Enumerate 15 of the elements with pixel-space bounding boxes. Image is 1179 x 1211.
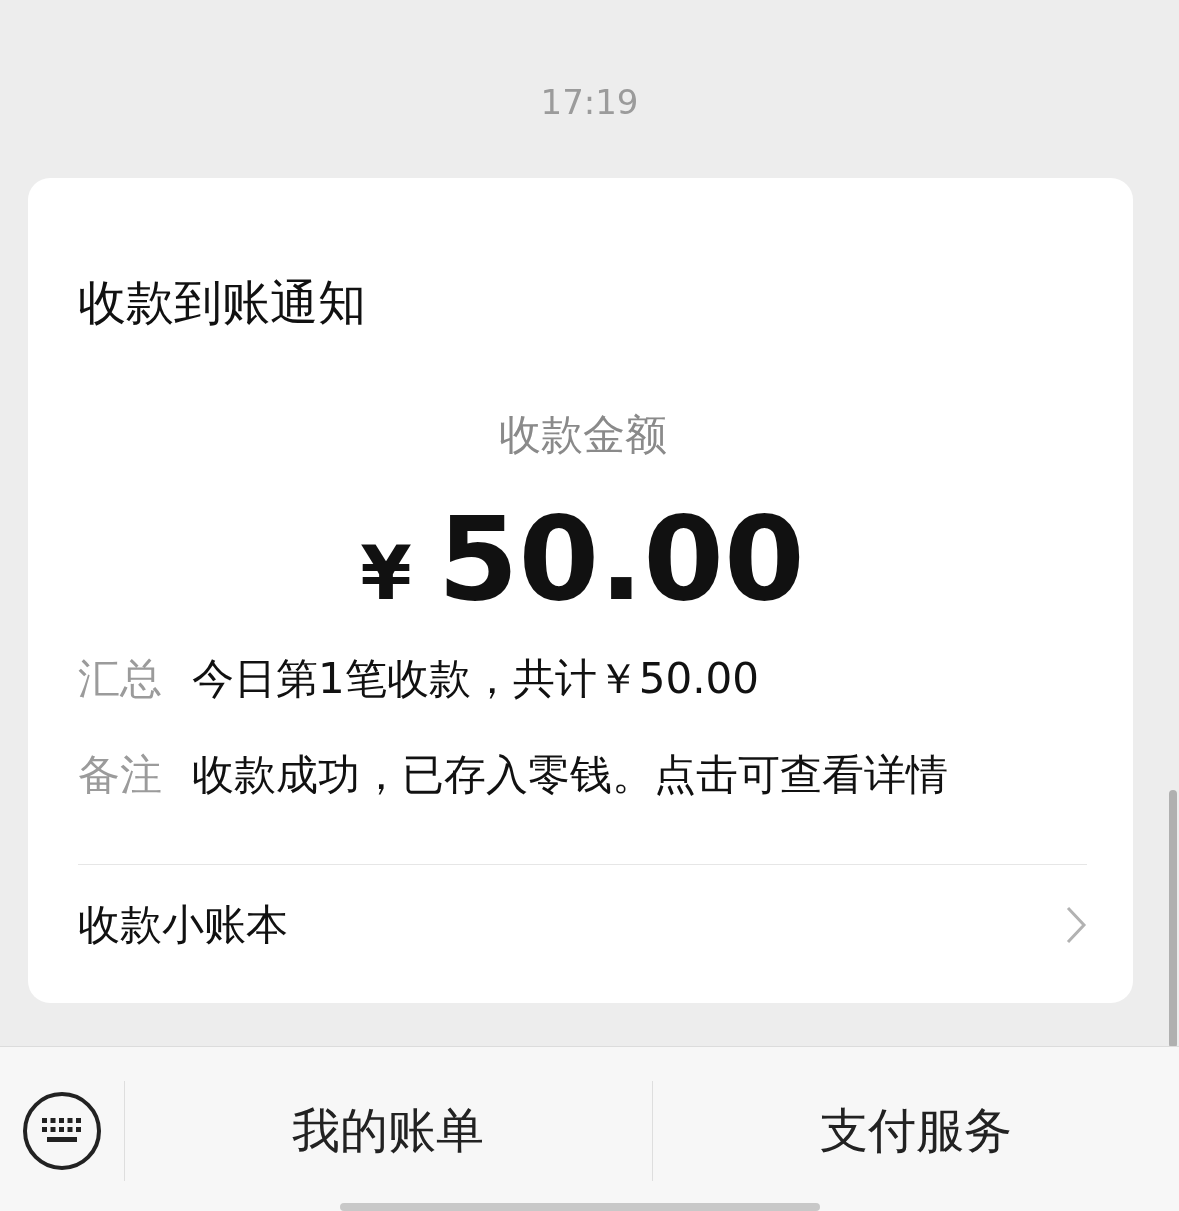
menu-button[interactable]: 支付服务 [652, 1081, 1179, 1181]
card-title: 收款到账通知 [78, 274, 367, 330]
row-value: 今日第1笔收款，共计￥50.00 [192, 653, 759, 705]
amount-value: 50.00 [437, 494, 805, 624]
row-label: 汇总 [78, 653, 162, 705]
amount-label: 收款金额 [498, 410, 667, 460]
currency-sign: ¥ [360, 530, 412, 616]
row-value: 收款成功，已存入零钱。点击可查看详情 [192, 749, 948, 801]
message-time: 17:19 [540, 81, 639, 124]
notification-card[interactable]: 收款到账通知 收款金额 ¥ 50.00 汇总 今日第1笔收款，共计￥50.00 备注 收款成功，已存入零钱。点击可查看详情 收款小账本 [28, 178, 1133, 1003]
keyboard-icon[interactable] [21, 1090, 103, 1172]
chevron-right-icon [1065, 905, 1087, 945]
menu-button[interactable]: 我的账单 [125, 1081, 653, 1181]
ledger-link[interactable]: 收款小账本 [78, 865, 1087, 985]
row-label: 备注 [78, 749, 162, 801]
